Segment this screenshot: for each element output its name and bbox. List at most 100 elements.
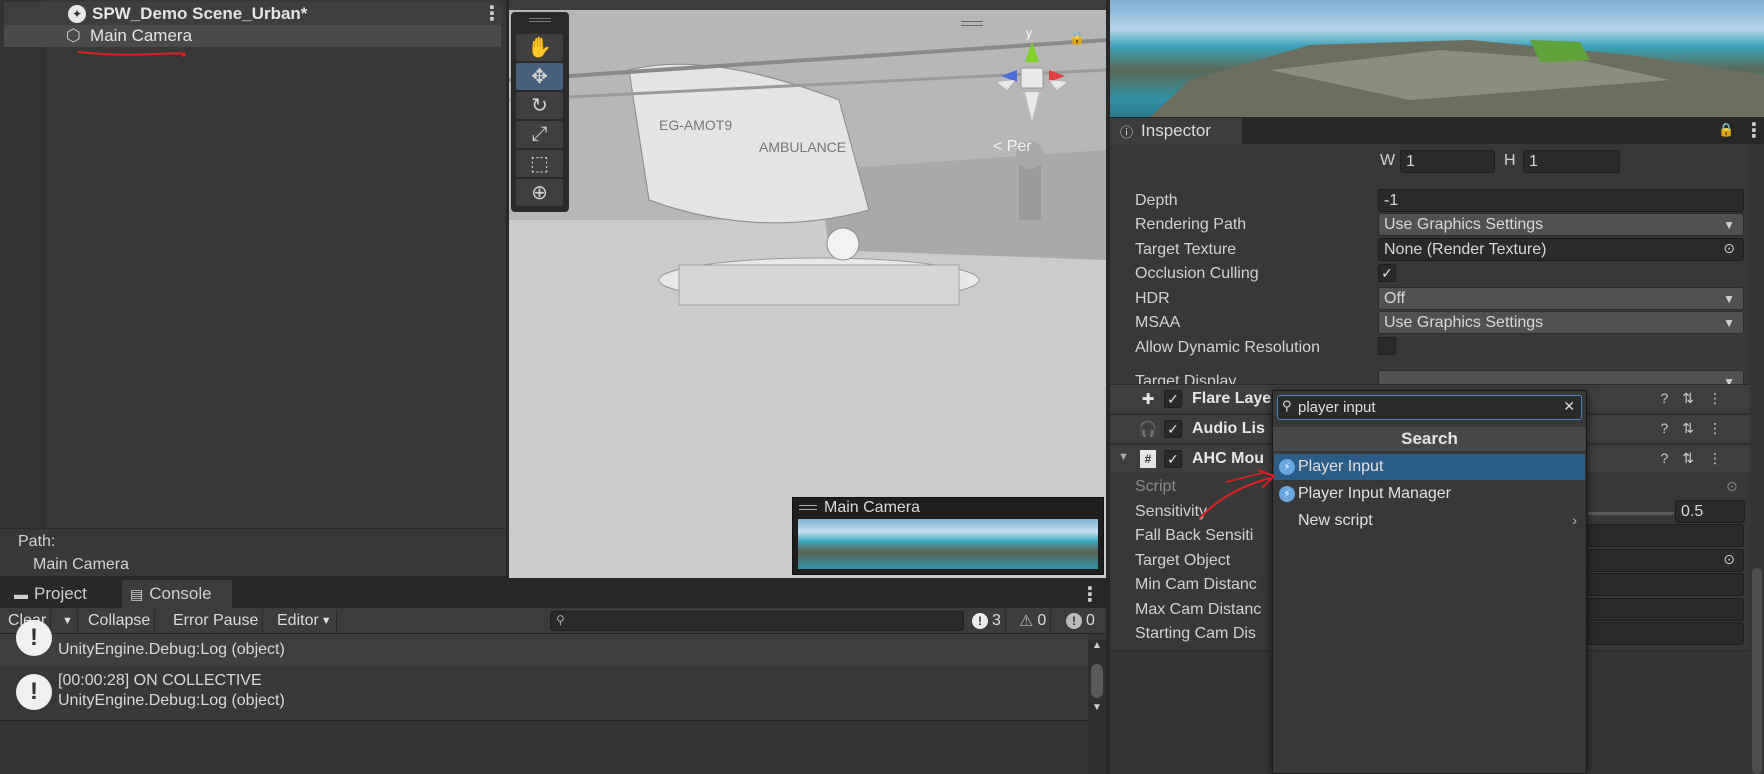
depth-value: -1 <box>1384 191 1399 209</box>
tab-inspector[interactable]: ⓘ Inspector <box>1110 118 1242 144</box>
scene-menu-icon[interactable]: ⋮ <box>482 1 502 26</box>
sensitivity-field[interactable]: 0.5 <box>1675 500 1745 523</box>
camera-preview-title: Main Camera <box>824 499 921 516</box>
depth-label: Depth <box>1135 192 1178 209</box>
tab-project[interactable]: ▬ Project <box>6 580 95 608</box>
lock-icon[interactable]: 🔒 <box>1718 122 1734 138</box>
collapse-button[interactable]: Collapse <box>84 610 156 632</box>
component-actions[interactable]: ?⇅⋮ <box>1660 420 1736 437</box>
target-object-label: Target Object <box>1135 552 1231 569</box>
tab-label: Inspector <box>1141 121 1211 140</box>
editor-label: Editor <box>277 612 319 629</box>
occlusion-culling-checkbox[interactable]: ✓ <box>1378 264 1396 282</box>
audio-listener-enabled-checkbox[interactable]: ✓ <box>1164 420 1182 438</box>
log-entry[interactable]: ! [00:00:28] ON COLLECTIVE UnityEngine.D… <box>0 666 1088 718</box>
tab-label: Project <box>34 584 87 603</box>
msaa-label: MSAA <box>1135 314 1181 331</box>
red-underline-annotation <box>77 51 186 57</box>
warning-count-toggle[interactable]: ⚠ 0 <box>1015 610 1052 632</box>
hierarchy-item-label: Main Camera <box>90 26 193 45</box>
occlusion-culling-label: Occlusion Culling <box>1135 265 1259 282</box>
hand-tool-icon[interactable]: ✋ <box>516 34 563 61</box>
component-option-player-input-manager[interactable]: ⚡ Player Input Manager <box>1274 481 1585 507</box>
move-tool-icon[interactable]: ✥ <box>516 63 563 90</box>
console-menu-icon[interactable]: ⋮ <box>1080 582 1100 607</box>
gameobject-cube-icon: ⬡ <box>66 26 81 45</box>
perspective-label[interactable]: < Per <box>993 138 1032 156</box>
hdr-value: Off <box>1384 289 1406 307</box>
inspector-tabbar: ⓘ Inspector 🔒 ⋮ <box>1110 118 1764 144</box>
target-texture-field[interactable]: None (Render Texture) ⊙ <box>1378 238 1744 261</box>
hierarchy-item-main-camera[interactable]: ⬡ Main Camera <box>4 25 501 47</box>
inspector-menu-icon[interactable]: ⋮ <box>1744 118 1764 143</box>
camera-preview[interactable]: Main Camera <box>792 497 1104 575</box>
chevron-right-icon: › <box>1572 512 1577 528</box>
depth-field[interactable]: -1 <box>1378 189 1744 212</box>
inspector-scrollbar[interactable] <box>1750 144 1764 774</box>
msaa-dropdown[interactable]: Use Graphics Settings ▼ <box>1378 311 1744 334</box>
scroll-thumb[interactable] <box>1752 568 1762 774</box>
object-picker-icon[interactable]: ⊙ <box>1726 478 1738 495</box>
rendering-path-dropdown[interactable]: Use Graphics Settings ▼ <box>1378 213 1744 236</box>
foldout-arrow-icon[interactable]: ▼ <box>1118 451 1129 463</box>
sensitivity-slider-track[interactable] <box>1588 512 1674 515</box>
hdr-label: HDR <box>1135 290 1170 307</box>
component-option-new-script[interactable]: New script › <box>1274 508 1585 534</box>
path-area: Path: Main Camera <box>0 528 506 576</box>
warning-icon: ⚠ <box>1019 613 1034 630</box>
dynamic-resolution-checkbox[interactable] <box>1378 337 1396 355</box>
scroll-thumb[interactable] <box>1091 664 1103 698</box>
console-panel: ▬ Project ▤ Console ⋮ Clear ▼ Collapse E… <box>0 580 1106 774</box>
clear-dropdown-icon[interactable]: ▼ <box>58 610 78 632</box>
console-scrollbar[interactable]: ▲ ▼ <box>1088 640 1106 774</box>
ahc-enabled-checkbox[interactable]: ✓ <box>1164 450 1182 468</box>
option-label: Player Input <box>1298 458 1384 475</box>
lock-icon[interactable]: 🔒 <box>1069 30 1085 46</box>
console-search-input[interactable]: ⚲ <box>550 611 964 631</box>
city-render <box>1150 40 1764 117</box>
rendering-path-value: Use Graphics Settings <box>1384 215 1544 233</box>
object-picker-icon[interactable]: ⊙ <box>1723 240 1735 257</box>
close-icon[interactable]: ✕ <box>1563 398 1575 415</box>
hierarchy-scene-row[interactable]: ✦ SPW_Demo Scene_Urban* ⋮ <box>4 1 502 26</box>
log-entry[interactable]: ! UnityEngine.Debug:Log (object) <box>0 620 1088 666</box>
tab-console[interactable]: ▤ Console <box>122 580 232 608</box>
component-actions[interactable]: ?⇅⋮ <box>1660 390 1736 407</box>
editor-dropdown[interactable]: Editor ▼ <box>273 610 337 632</box>
info-icon: ! <box>972 613 988 629</box>
scale-tool-icon[interactable]: ⤢ <box>516 121 563 148</box>
scene-options-handle[interactable] <box>961 21 983 26</box>
starting-cam-label: Starting Cam Dis <box>1135 625 1256 642</box>
component-name: Audio Lis <box>1192 420 1265 437</box>
red-arrow-annotation <box>1199 469 1276 519</box>
h-field[interactable]: 1 <box>1523 150 1620 173</box>
target-texture-label: Target Texture <box>1135 241 1237 258</box>
hierarchy-panel: ✦ SPW_Demo Scene_Urban* ⋮ ⬡ Main Camera … <box>0 0 506 576</box>
scroll-up-icon[interactable]: ▲ <box>1092 640 1102 651</box>
console-icon: ▤ <box>130 585 144 602</box>
rendering-path-label: Rendering Path <box>1135 216 1247 233</box>
rotate-tool-icon[interactable]: ↻ <box>516 92 563 119</box>
min-cam-label: Min Cam Distanc <box>1135 576 1257 593</box>
object-picker-icon[interactable]: ⊙ <box>1723 551 1735 568</box>
component-search-input[interactable]: ⚲ player input ✕ <box>1277 395 1582 420</box>
component-name: Flare Laye <box>1192 390 1272 407</box>
rect-tool-icon[interactable]: ⬚ <box>516 150 563 177</box>
scene-view[interactable]: EG-AMOT9 AMBULANCE ✋ ✥ ↻ ⤢ ⬚ ⊕ y < Per 🔒… <box>509 0 1106 578</box>
error-count-toggle[interactable]: ! 0 <box>1062 610 1099 632</box>
transform-tool-icon[interactable]: ⊕ <box>516 179 563 206</box>
component-actions[interactable]: ?⇅⋮ <box>1660 450 1736 467</box>
hdr-dropdown[interactable]: Off ▼ <box>1378 287 1744 310</box>
w-field[interactable]: 1 <box>1400 150 1495 173</box>
info-count-toggle[interactable]: ! 3 <box>968 610 1006 632</box>
scroll-down-icon[interactable]: ▼ <box>1092 702 1102 713</box>
console-detail-area <box>0 720 1088 774</box>
error-pause-button[interactable]: Error Pause <box>169 610 264 632</box>
tools-handle[interactable] <box>529 18 551 22</box>
game-view[interactable] <box>1110 0 1764 117</box>
flare-layer-enabled-checkbox[interactable]: ✓ <box>1164 390 1182 408</box>
orientation-gizmo[interactable] <box>987 24 1077 128</box>
gizmo-y-label: y <box>1026 26 1032 40</box>
scene-toolbar <box>509 0 1106 10</box>
component-option-player-input[interactable]: ⚡ Player Input <box>1274 454 1585 480</box>
